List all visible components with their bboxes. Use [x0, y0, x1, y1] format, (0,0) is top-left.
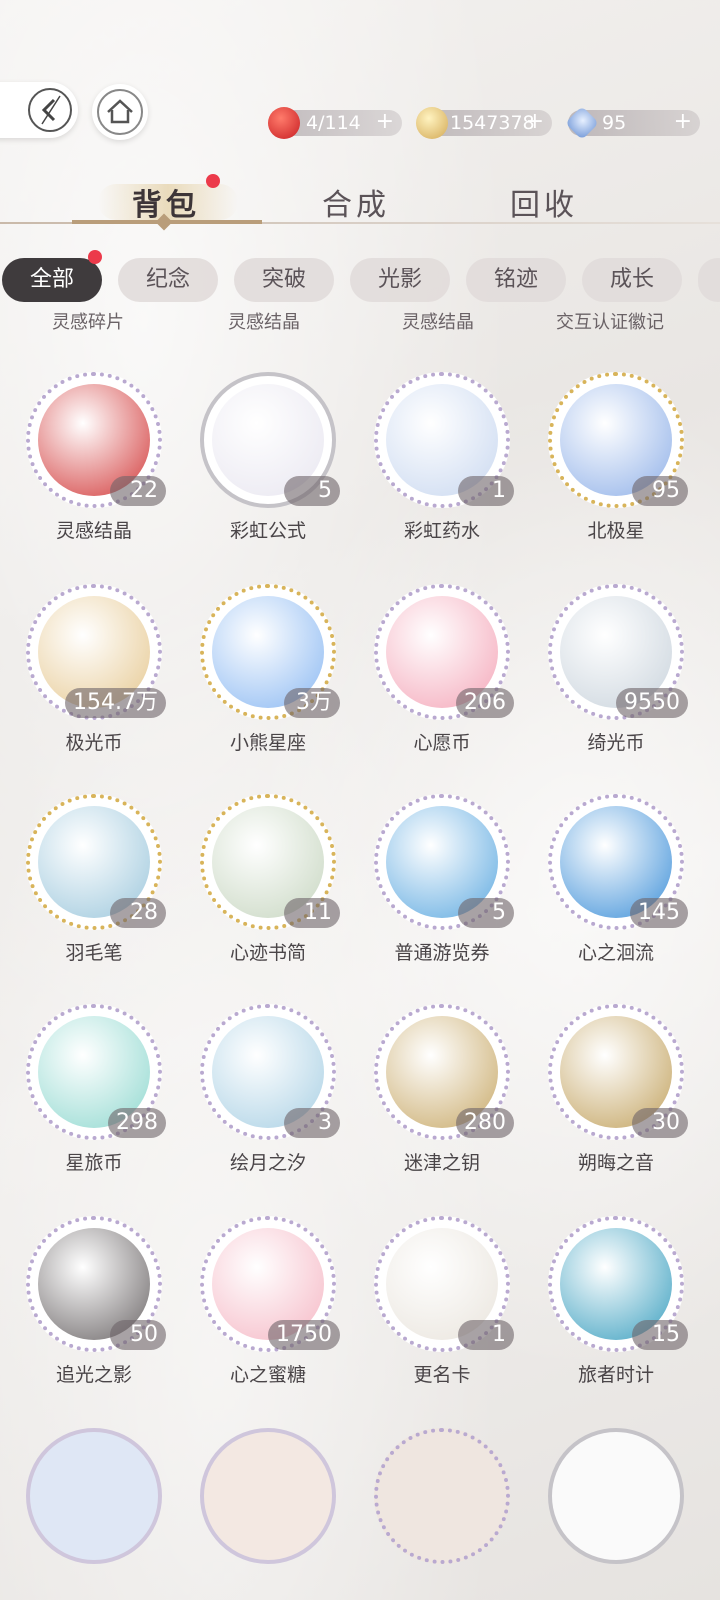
item-icon[interactable] — [200, 1428, 336, 1564]
item-name: 朔晦之音 — [577, 1152, 654, 1174]
coin-resource[interactable]: 1547378 + — [416, 107, 552, 139]
item-cell[interactable]: 9550 绮光币 — [538, 584, 698, 784]
item-count: 30 — [632, 1108, 688, 1138]
item-name: 羽毛笔 — [65, 942, 123, 964]
item-count: 1 — [458, 476, 514, 506]
item-count: 3万 — [284, 688, 340, 718]
plus-icon[interactable]: + — [526, 109, 544, 135]
item-icon[interactable] — [374, 1428, 510, 1564]
item-count: 5 — [284, 476, 340, 506]
item-cell[interactable]: 28 羽毛笔 — [16, 794, 176, 994]
item-name: 追光之影 — [55, 1364, 132, 1386]
item-cell[interactable]: 11 心迹书简 — [190, 794, 350, 994]
item-icon[interactable] — [26, 1428, 162, 1564]
notification-dot — [206, 174, 220, 188]
back-arrow-icon — [28, 88, 72, 132]
item-cell[interactable]: 1 更名卡 — [364, 1216, 524, 1416]
filter-memorial[interactable]: 纪念 — [118, 258, 218, 302]
apple-icon — [268, 107, 300, 139]
item-name: 旅者时计 — [577, 1364, 654, 1386]
filter-light-shadow[interactable]: 光影 — [350, 258, 450, 302]
item-name: 心迹书简 — [229, 942, 306, 964]
item-cell[interactable]: 145 心之洄流 — [538, 794, 698, 994]
item-cell[interactable]: 1 彩虹药水 — [364, 372, 524, 572]
item-cell[interactable]: 95 北极星 — [538, 372, 698, 572]
item-cell[interactable]: 5 普通游览券 — [364, 794, 524, 994]
item-count: 28 — [110, 898, 166, 928]
item-name: 彩虹公式 — [229, 520, 306, 542]
partial-item-name: 灵感结晶 — [228, 312, 300, 333]
item-cell[interactable]: 50 追光之影 — [16, 1216, 176, 1416]
item-count: 50 — [110, 1320, 166, 1350]
item-cell[interactable]: 3万小熊星座 — [190, 584, 350, 784]
partial-item-name: 灵感碎片 — [52, 312, 124, 333]
item-count: 298 — [108, 1108, 166, 1138]
item-count: 154.7万 — [65, 688, 166, 718]
item-name: 更名卡 — [413, 1364, 471, 1386]
item-count: 22 — [110, 476, 166, 506]
item-name: 小熊星座 — [229, 732, 306, 754]
partial-item-name: 交互认证徽记 — [556, 312, 664, 333]
filter-all[interactable]: 全部 — [2, 258, 102, 302]
item-name: 灵感结晶 — [55, 520, 132, 542]
item-count: 11 — [284, 898, 340, 928]
item-count: 95 — [632, 476, 688, 506]
item-count: 145 — [630, 898, 688, 928]
item-count: 5 — [458, 898, 514, 928]
filter-growth[interactable]: 成长 — [582, 258, 682, 302]
item-name: 绘月之汐 — [229, 1152, 306, 1174]
item-cell[interactable]: 3 绘月之汐 — [190, 1004, 350, 1204]
item-name: 普通游览券 — [394, 942, 490, 964]
crystal-resource[interactable]: 95 + — [565, 106, 700, 140]
home-icon — [97, 89, 143, 135]
filter-inscription[interactable]: 铭迹 — [466, 258, 566, 302]
home-button[interactable] — [92, 84, 148, 140]
item-name: 彩虹药水 — [403, 520, 480, 542]
item-icon[interactable] — [548, 1428, 684, 1564]
item-name: 极光币 — [65, 732, 123, 754]
apple-resource[interactable]: 4/114 + — [268, 107, 402, 139]
item-cell[interactable]: 298 星旅币 — [16, 1004, 176, 1204]
filter-more[interactable] — [698, 258, 720, 302]
item-count: 280 — [456, 1108, 514, 1138]
item-count: 15 — [632, 1320, 688, 1350]
item-cell[interactable]: 5 彩虹公式 — [190, 372, 350, 572]
item-name: 绮光币 — [587, 732, 645, 754]
item-name: 心愿币 — [413, 732, 471, 754]
item-name: 心之蜜糖 — [229, 1364, 306, 1386]
plus-icon[interactable]: + — [376, 109, 394, 135]
partial-item-name: 灵感结晶 — [402, 312, 474, 333]
crystal-icon — [565, 106, 599, 140]
item-cell[interactable]: 1750 心之蜜糖 — [190, 1216, 350, 1416]
coin-icon — [416, 107, 448, 139]
item-count: 9550 — [616, 688, 688, 718]
item-name: 迷津之钥 — [403, 1152, 480, 1174]
item-name: 心之洄流 — [577, 942, 654, 964]
item-cell[interactable]: 154.7万极光币 — [16, 584, 176, 784]
filter-breakthrough[interactable]: 突破 — [234, 258, 334, 302]
tab-synthesis[interactable]: 合成 — [322, 180, 390, 224]
item-count: 3 — [284, 1108, 340, 1138]
item-cell[interactable]: 280 迷津之钥 — [364, 1004, 524, 1204]
item-count: 1 — [458, 1320, 514, 1350]
item-cell[interactable]: 22 灵感结晶 — [16, 372, 176, 572]
notification-dot — [88, 250, 102, 264]
tab-recycle[interactable]: 回收 — [510, 180, 578, 224]
item-count: 206 — [456, 688, 514, 718]
item-count: 1750 — [268, 1320, 340, 1350]
plus-icon[interactable]: + — [674, 109, 692, 135]
item-cell[interactable]: 15 旅者时计 — [538, 1216, 698, 1416]
back-button[interactable] — [0, 82, 78, 138]
item-cell[interactable]: 206 心愿币 — [364, 584, 524, 784]
item-name: 星旅币 — [65, 1152, 123, 1174]
item-name: 北极星 — [587, 520, 645, 542]
item-cell[interactable]: 30 朔晦之音 — [538, 1004, 698, 1204]
